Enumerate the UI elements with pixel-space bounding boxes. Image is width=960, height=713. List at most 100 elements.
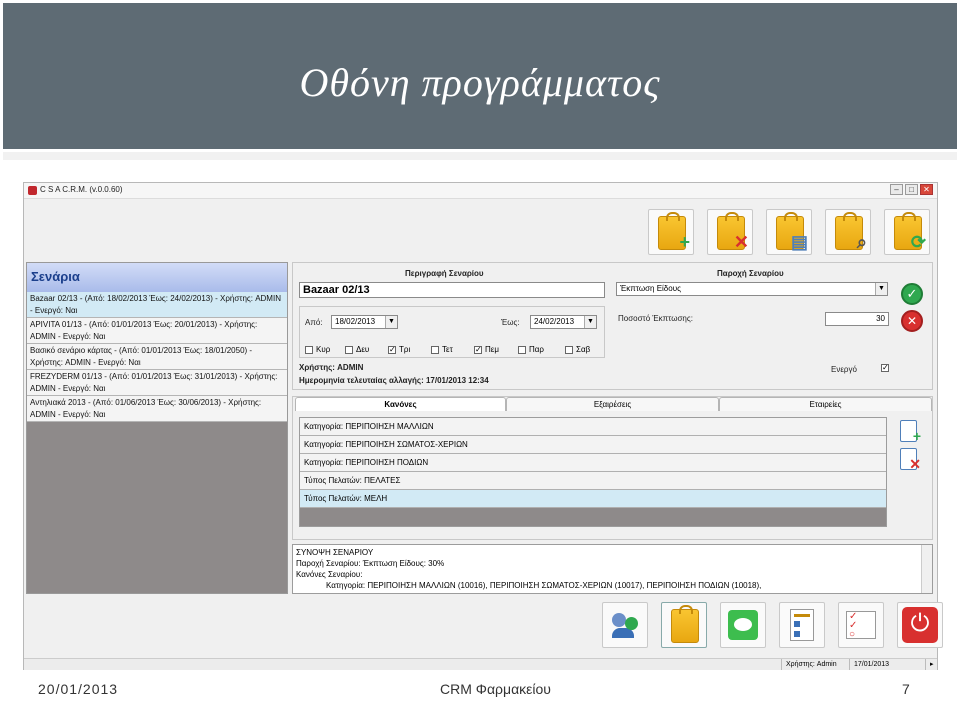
summary-line: ΣΥΝΟΨΗ ΣΕΝΑΡΙΟΥ [296,548,374,557]
to-date-value: 24/02/2013 [534,317,575,326]
scenario-details-panel: Περιγραφή Σεναρίου Bazaar 02/13 Από: 18/… [292,262,933,390]
description-label: Περιγραφή Σεναρίου [405,269,484,278]
offer-value: Έκπτωση Είδους [620,284,681,293]
scenarios-header: Σενάρια [27,263,287,292]
minimize-button[interactable]: – [890,184,903,195]
customers-button[interactable] [602,602,648,648]
checkbox[interactable] [565,345,573,354]
day-monday[interactable]: Δευ [345,345,369,354]
from-date-input[interactable]: 18/02/2013 ▼ [331,315,398,329]
rule-row[interactable]: Κατηγορία: ΠΕΡΙΠΟΙΗΣΗ ΣΩΜΑΤΟΣ-ΧΕΡΙΩΝ [300,436,886,454]
scenario-item[interactable]: Bazaar 02/13 - (Από: 18/02/2013 Έως: 24/… [27,292,287,318]
discount-input[interactable]: 30 [825,312,889,326]
card-avatar [794,631,800,637]
refresh-scenario-button[interactable]: ⟳ [884,209,930,255]
contacts-button[interactable] [779,602,825,648]
summary-scrollbar[interactable] [921,545,932,593]
chevron-down-icon[interactable]: ▼ [875,283,887,295]
scenario-item[interactable]: Βασικό σενάριο κάρτας - (Από: 01/01/2013… [27,344,287,370]
rule-row[interactable]: Τύπος Πελατών: ΠΕΛΑΤΕΣ [300,472,886,490]
day-thursday[interactable]: ✓ Πεμ [474,345,499,354]
day-wednesday[interactable]: Τετ [431,345,453,354]
day-tuesday[interactable]: ✓ Τρι [388,345,410,354]
status-bar: Χρήστης: Admin 17/01/2013 ▸ [24,658,937,670]
window-title: C S A C.R.M. (v.0.0.60) [40,185,123,194]
rule-row[interactable]: Κατηγορία: ΠΕΡΙΠΟΙΗΣΗ ΜΑΛΛΙΩΝ [300,418,886,436]
card-line [794,614,810,617]
window-titlebar: C S A C.R.M. (v.0.0.60) – □ ✕ [24,183,937,199]
day-saturday[interactable]: Σαβ [565,345,590,354]
users-icon [612,613,626,627]
offer-select[interactable]: Έκπτωση Είδους ▼ [616,282,888,296]
card-avatar [794,621,800,627]
maximize-button[interactable]: □ [905,184,918,195]
to-date-input[interactable]: 24/02/2013 ▼ [530,315,597,329]
from-date-value: 18/02/2013 [335,317,376,326]
delete-rule-button[interactable]: ✕ [897,447,921,471]
add-icon: + [912,428,921,444]
window-controls: – □ ✕ [890,184,933,195]
close-window-button[interactable]: ✕ [920,184,933,195]
checkbox[interactable] [305,345,313,354]
footer-date: 20/01/2013 [38,681,119,697]
delete-icon: ✕ [909,456,921,472]
rules-tabs-panel: Κανόνες Εξαιρέσεις Εταιρείες Κατηγορία: … [292,396,933,540]
summary-line: Κατηγορία: ΠΕΡΙΠΟΙΗΣΗ ΜΑΛΛΙΩΝ (10016), Π… [326,581,762,590]
status-user: Χρήστης: Admin [781,659,849,670]
checklist-button[interactable]: ✓ ✓ ○ [838,602,884,648]
scenario-item[interactable]: FREZYDERM 01/13 - (Από: 01/01/2013 Έως: … [27,370,287,396]
messages-button[interactable] [720,602,766,648]
scenarios-button[interactable] [661,602,707,648]
active-label: Ενεργό [831,365,857,374]
scenarios-panel: Σενάρια Bazaar 02/13 - (Από: 18/02/2013 … [26,262,288,594]
last-change-info: Ημερομηνία τελευταίας αλλαγής: 17/01/201… [299,376,489,385]
exit-button[interactable]: ⏻ [897,602,943,648]
checkbox[interactable] [518,345,526,354]
rule-row[interactable]: Κατηγορία: ΠΕΡΙΠΟΙΗΣΗ ΠΟΔΙΩΝ [300,454,886,472]
tab-companies[interactable]: Εταιρείες [719,397,932,411]
slide-title: Οθόνη προγράμματος [299,60,661,105]
chevron-down-icon[interactable]: ▼ [584,316,596,328]
checkbox[interactable]: ✓ [388,345,396,354]
description-input[interactable]: Bazaar 02/13 [299,282,605,298]
cancel-button[interactable]: ✕ [901,310,923,332]
document-icon: ▤ [790,232,808,252]
scenario-summary: ΣΥΝΟΨΗ ΣΕΝΑΡΙΟΥ Παροχή Σεναρίου: Έκπτωση… [292,544,933,594]
active-checkbox[interactable]: ✓ [881,364,889,372]
checkbox[interactable] [431,345,439,354]
app-logo-icon [28,186,37,195]
user-info: Χρήστης: ADMIN [299,363,364,372]
contact-card-icon [790,609,814,641]
status-expand-icon[interactable]: ▸ [925,659,937,670]
scenario-item[interactable]: Αντηλιακά 2013 - (Από: 01/06/2013 Έως: 3… [27,396,287,422]
add-icon: + [679,232,690,252]
day-friday[interactable]: Παρ [518,345,544,354]
checkbox[interactable]: ✓ [474,345,482,354]
copy-scenario-button[interactable]: ▤ [766,209,812,255]
status-date: 17/01/2013 [849,659,925,670]
scenarios-list: Bazaar 02/13 - (Από: 18/02/2013 Έως: 24/… [27,292,287,422]
discount-label: Ποσοστό Έκπτωσης: [618,314,693,323]
slide-header: Οθόνη προγράμματος [3,3,957,149]
app-window: C S A C.R.M. (v.0.0.60) – □ ✕ + ✕ ▤ ⌕ ⟳ … [23,182,943,670]
day-sunday[interactable]: Κυρ [305,345,330,354]
save-button[interactable]: ✓ [901,283,923,305]
page-number: 7 [902,681,910,697]
scenario-item[interactable]: APIVITA 01/13 - (Από: 01/01/2013 Έως: 20… [27,318,287,344]
delete-icon: ✕ [733,232,749,252]
to-label: Έως: [501,318,520,327]
from-label: Από: [305,318,323,327]
chevron-down-icon[interactable]: ▼ [385,316,397,328]
tab-exceptions[interactable]: Εξαιρέσεις [506,397,719,411]
refresh-icon: ⟳ [910,232,926,252]
tab-rules[interactable]: Κανόνες [295,397,506,411]
footer-title: CRM Φαρμακείου [440,681,551,697]
summary-line: Παροχή Σεναρίου: Έκπτωση Είδους: 30% [296,559,445,568]
new-scenario-button[interactable]: + [648,209,694,255]
bag-icon [671,605,699,643]
rule-row[interactable]: Τύπος Πελατών: ΜΕΛΗ [300,490,886,508]
search-scenario-button[interactable]: ⌕ [825,209,871,255]
checkbox[interactable] [345,345,353,354]
add-rule-button[interactable]: + [897,419,921,443]
delete-scenario-button[interactable]: ✕ [707,209,753,255]
